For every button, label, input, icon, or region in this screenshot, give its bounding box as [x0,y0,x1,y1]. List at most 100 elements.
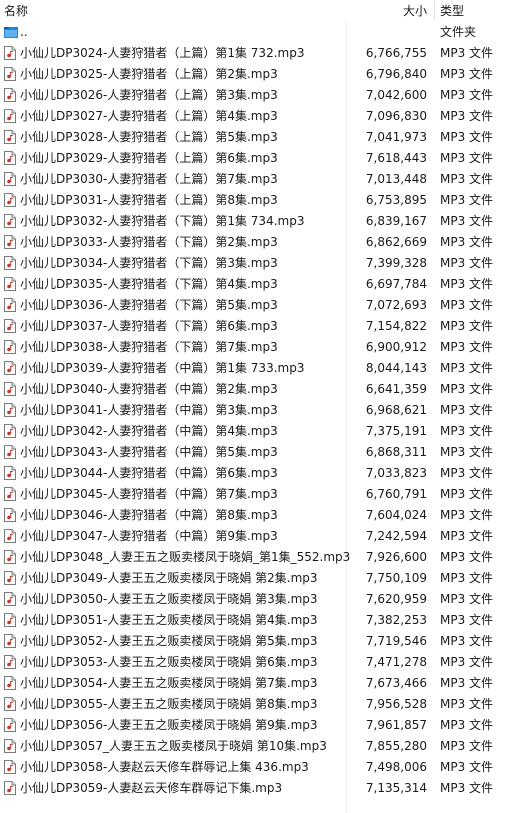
column-header-name[interactable]: 名称 [4,2,28,19]
file-row[interactable]: 小仙儿DP3032-人妻狩猎者（下篇）第1集 734.mp3 6,839,167 M… [0,211,521,232]
file-row[interactable]: 小仙儿DP3056-人妻王五之贩卖楼凤于晓娟 第9集.mp3 7,961,857 M… [0,715,521,736]
file-size: 7,961,857 [365,718,427,732]
file-size: 7,041,973 [365,130,427,144]
file-row[interactable]: 小仙儿DP3057_人妻王五之贩卖楼凤于晓娟 第10集.mp3 7,855,280… [0,736,521,757]
file-type: MP3 文件 [440,256,494,270]
file-type: MP3 文件 [440,109,494,123]
file-row[interactable]: 小仙儿DP3035-人妻狩猎者（下篇）第4集.mp3 6,697,784 MP3 文… [0,274,521,295]
audio-file-icon [4,298,16,312]
file-size: 7,033,823 [365,466,427,480]
file-row[interactable]: 小仙儿DP3027-人妻狩猎者（上篇）第4集.mp3 7,096,830 MP3 文… [0,106,521,127]
file-row[interactable]: 小仙儿DP3045-人妻狩猎者（中篇）第7集.mp3 6,760,791 MP3 文… [0,484,521,505]
column-header-size[interactable]: 大小 [403,2,427,19]
audio-file-icon [4,781,16,795]
file-type: MP3 文件 [440,676,494,690]
file-row[interactable]: 小仙儿DP3052-人妻王五之贩卖楼凤于晓娟 第5集.mp3 7,719,546 M… [0,631,521,652]
file-name: 小仙儿DP3047-人妻狩猎者（中篇）第9集.mp3 [20,529,278,543]
file-row[interactable]: 小仙儿DP3033-人妻狩猎者（下篇）第2集.mp3 6,862,669 MP3 文… [0,232,521,253]
file-row[interactable]: 小仙儿DP3028-人妻狩猎者（上篇）第5集.mp3 7,041,973 MP3 文… [0,127,521,148]
file-row[interactable]: 小仙儿DP3040-人妻狩猎者（中篇）第2集.mp3 6,641,359 MP3 文… [0,379,521,400]
file-size: 6,760,791 [365,487,427,501]
file-row[interactable]: 小仙儿DP3048_人妻王五之贩卖楼凤于晓娟_第1集_552.mp3 7,926,… [0,547,521,568]
file-row[interactable]: 小仙儿DP3046-人妻狩猎者（中篇）第8集.mp3 7,604,024 MP3 文… [0,505,521,526]
file-name: 小仙儿DP3027-人妻狩猎者（上篇）第4集.mp3 [20,109,278,123]
file-row[interactable]: 小仙儿DP3030-人妻狩猎者（上篇）第7集.mp3 7,013,448 MP3 文… [0,169,521,190]
audio-file-icon [4,697,16,711]
file-type: MP3 文件 [440,697,494,711]
file-name: 小仙儿DP3033-人妻狩猎者（下篇）第2集.mp3 [20,235,278,249]
column-header-type[interactable]: 类型 [440,2,464,19]
file-row[interactable]: 小仙儿DP3058-人妻赵云天修车群辱记上集 436.mp3 7,498,006 M… [0,757,521,778]
file-size: 7,956,528 [365,697,427,711]
file-row[interactable]: 小仙儿DP3031-人妻狩猎者（上篇）第8集.mp3 6,753,895 MP3 文… [0,190,521,211]
file-size: 7,072,693 [365,298,427,312]
file-row[interactable]: 小仙儿DP3026-人妻狩猎者（上篇）第3集.mp3 7,042,600 MP3 文… [0,85,521,106]
file-row[interactable]: 小仙儿DP3039-人妻狩猎者（中篇）第1集 733.mp3 8,044,143 M… [0,358,521,379]
file-type: MP3 文件 [440,529,494,543]
file-type: MP3 文件 [440,361,494,375]
file-row[interactable]: 小仙儿DP3043-人妻狩猎者（中篇）第5集.mp3 6,868,311 MP3 文… [0,442,521,463]
file-row[interactable]: 小仙儿DP3055-人妻王五之贩卖楼凤于晓娟 第8集.mp3 7,956,528 M… [0,694,521,715]
file-row[interactable]: 小仙儿DP3037-人妻狩猎者（下篇）第6集.mp3 7,154,822 MP3 文… [0,316,521,337]
audio-file-icon [4,382,16,396]
file-row[interactable]: 小仙儿DP3054-人妻王五之贩卖楼凤于晓娟 第7集.mp3 7,673,466 M… [0,673,521,694]
file-row[interactable]: 小仙儿DP3029-人妻狩猎者（上篇）第6集.mp3 7,618,443 MP3 文… [0,148,521,169]
file-type: MP3 文件 [440,550,494,564]
file-row[interactable]: 小仙儿DP3024-人妻狩猎者（上篇）第1集 732.mp3 6,766,755 M… [0,43,521,64]
audio-file-icon [4,193,16,207]
file-row[interactable]: 小仙儿DP3038-人妻狩猎者（下篇）第7集.mp3 6,900,912 MP3 文… [0,337,521,358]
file-type: MP3 文件 [440,235,494,249]
sort-indicator-icon: ^ [170,0,177,5]
file-name: 小仙儿DP3028-人妻狩猎者（上篇）第5集.mp3 [20,130,278,144]
file-type: MP3 文件 [440,319,494,333]
file-type: MP3 文件 [440,592,494,606]
file-row[interactable]: 小仙儿DP3041-人妻狩猎者（中篇）第3集.mp3 6,968,621 MP3 文… [0,400,521,421]
file-name: 小仙儿DP3055-人妻王五之贩卖楼凤于晓娟 第8集.mp3 [20,697,318,711]
file-size: 7,750,109 [365,571,427,585]
file-size: 6,900,912 [365,340,427,354]
audio-file-icon [4,571,16,585]
file-type: MP3 文件 [440,718,494,732]
file-row[interactable]: 小仙儿DP3053-人妻王五之贩卖楼凤于晓娟 第6集.mp3 7,471,278 M… [0,652,521,673]
file-row[interactable]: 小仙儿DP3047-人妻狩猎者（中篇）第9集.mp3 7,242,594 MP3 文… [0,526,521,547]
audio-file-icon [4,718,16,732]
audio-file-icon [4,739,16,753]
file-row[interactable]: 小仙儿DP3059-人妻赵云天修车群辱记下集.mp3 7,135,314 MP3 文… [0,778,521,799]
audio-file-icon [4,508,16,522]
audio-file-icon [4,319,16,333]
file-row[interactable]: 小仙儿DP3025-人妻狩猎者（上篇）第2集.mp3 6,796,840 MP3 文… [0,64,521,85]
file-name: 小仙儿DP3043-人妻狩猎者（中篇）第5集.mp3 [20,445,278,459]
file-size: 7,673,466 [365,676,427,690]
file-name: 小仙儿DP3024-人妻狩猎者（上篇）第1集 732.mp3 [20,46,305,60]
file-type: MP3 文件 [440,655,494,669]
file-size: 7,013,448 [365,172,427,186]
file-row[interactable]: 小仙儿DP3051-人妻王五之贩卖楼凤于晓娟 第4集.mp3 7,382,253 M… [0,610,521,631]
file-row[interactable]: 小仙儿DP3044-人妻狩猎者（中篇）第6集.mp3 7,033,823 MP3 文… [0,463,521,484]
file-name: 小仙儿DP3029-人妻狩猎者（上篇）第6集.mp3 [20,151,278,165]
file-row[interactable]: 小仙儿DP3049-人妻王五之贩卖楼凤于晓娟 第2集.mp3 7,750,109 M… [0,568,521,589]
file-size: 7,242,594 [365,529,427,543]
audio-file-icon [4,340,16,354]
file-size: 7,855,280 [365,739,427,753]
file-name: 小仙儿DP3058-人妻赵云天修车群辱记上集 436.mp3 [20,760,309,774]
file-row[interactable]: 小仙儿DP3042-人妻狩猎者（中篇）第4集.mp3 7,375,191 MP3 文… [0,421,521,442]
file-type: MP3 文件 [440,424,494,438]
file-type: MP3 文件 [440,214,494,228]
audio-file-icon [4,655,16,669]
column-separator[interactable] [434,0,435,20]
file-type: MP3 文件 [440,466,494,480]
file-name: 小仙儿DP3031-人妻狩猎者（上篇）第8集.mp3 [20,193,278,207]
file-name: 小仙儿DP3030-人妻狩猎者（上篇）第7集.mp3 [20,172,278,186]
file-name: 小仙儿DP3040-人妻狩猎者（中篇）第2集.mp3 [20,382,278,396]
file-row[interactable]: 小仙儿DP3034-人妻狩猎者（下篇）第3集.mp3 7,399,328 MP3 文… [0,253,521,274]
file-name: 小仙儿DP3053-人妻王五之贩卖楼凤于晓娟 第6集.mp3 [20,655,318,669]
file-row[interactable]: 小仙儿DP3050-人妻王五之贩卖楼凤于晓娟 第3集.mp3 7,620,959 M… [0,589,521,610]
file-type: MP3 文件 [440,613,494,627]
parent-folder-row[interactable]: .. 文件夹 [0,22,521,43]
file-name: 小仙儿DP3034-人妻狩猎者（下篇）第3集.mp3 [20,256,278,270]
file-row[interactable]: 小仙儿DP3036-人妻狩猎者（下篇）第5集.mp3 7,072,693 MP3 文… [0,295,521,316]
file-type: MP3 文件 [440,403,494,417]
file-name: 小仙儿DP3041-人妻狩猎者（中篇）第3集.mp3 [20,403,278,417]
file-name: 小仙儿DP3042-人妻狩猎者（中篇）第4集.mp3 [20,424,278,438]
file-size: 7,471,278 [365,655,427,669]
